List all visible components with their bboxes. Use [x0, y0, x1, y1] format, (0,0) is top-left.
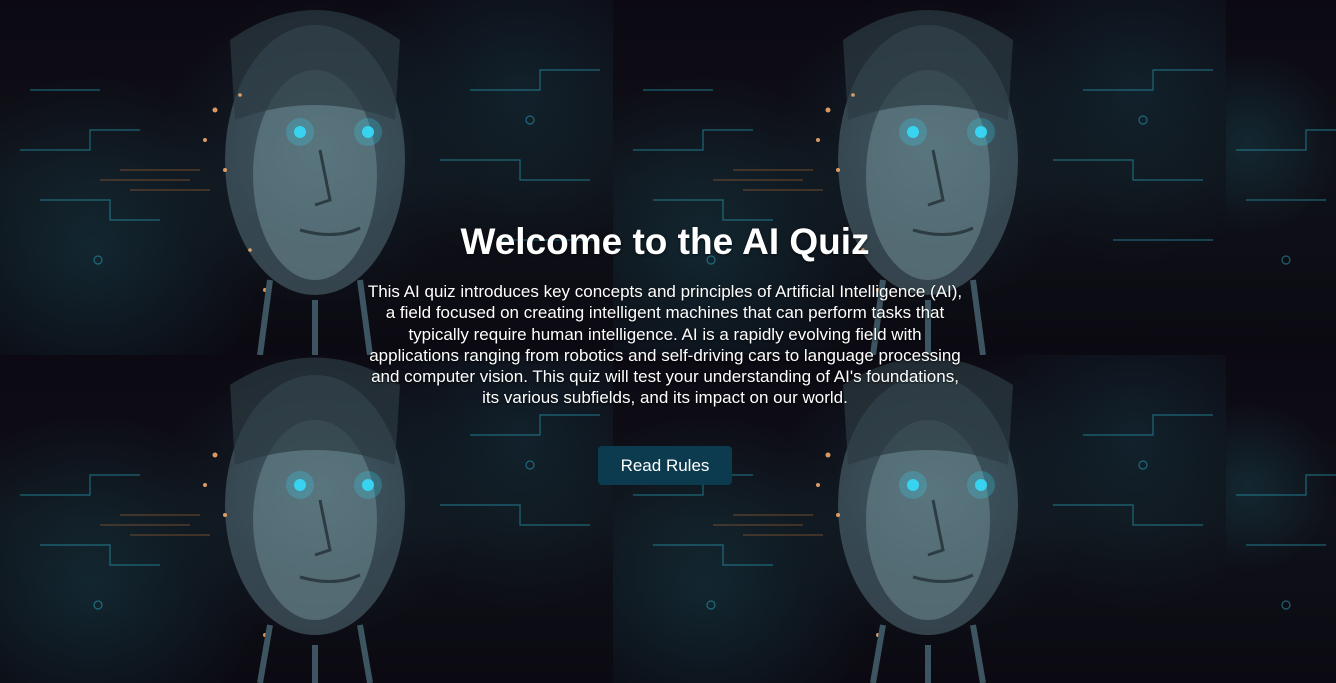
hero-section: Welcome to the AI Quiz This AI quiz intr… — [0, 0, 1336, 683]
read-rules-button[interactable]: Read Rules — [598, 446, 732, 485]
quiz-description: This AI quiz introduces key concepts and… — [367, 282, 963, 408]
page: Welcome to the AI Quiz This AI quiz intr… — [0, 0, 1336, 683]
page-title: Welcome to the AI Quiz — [460, 221, 870, 262]
